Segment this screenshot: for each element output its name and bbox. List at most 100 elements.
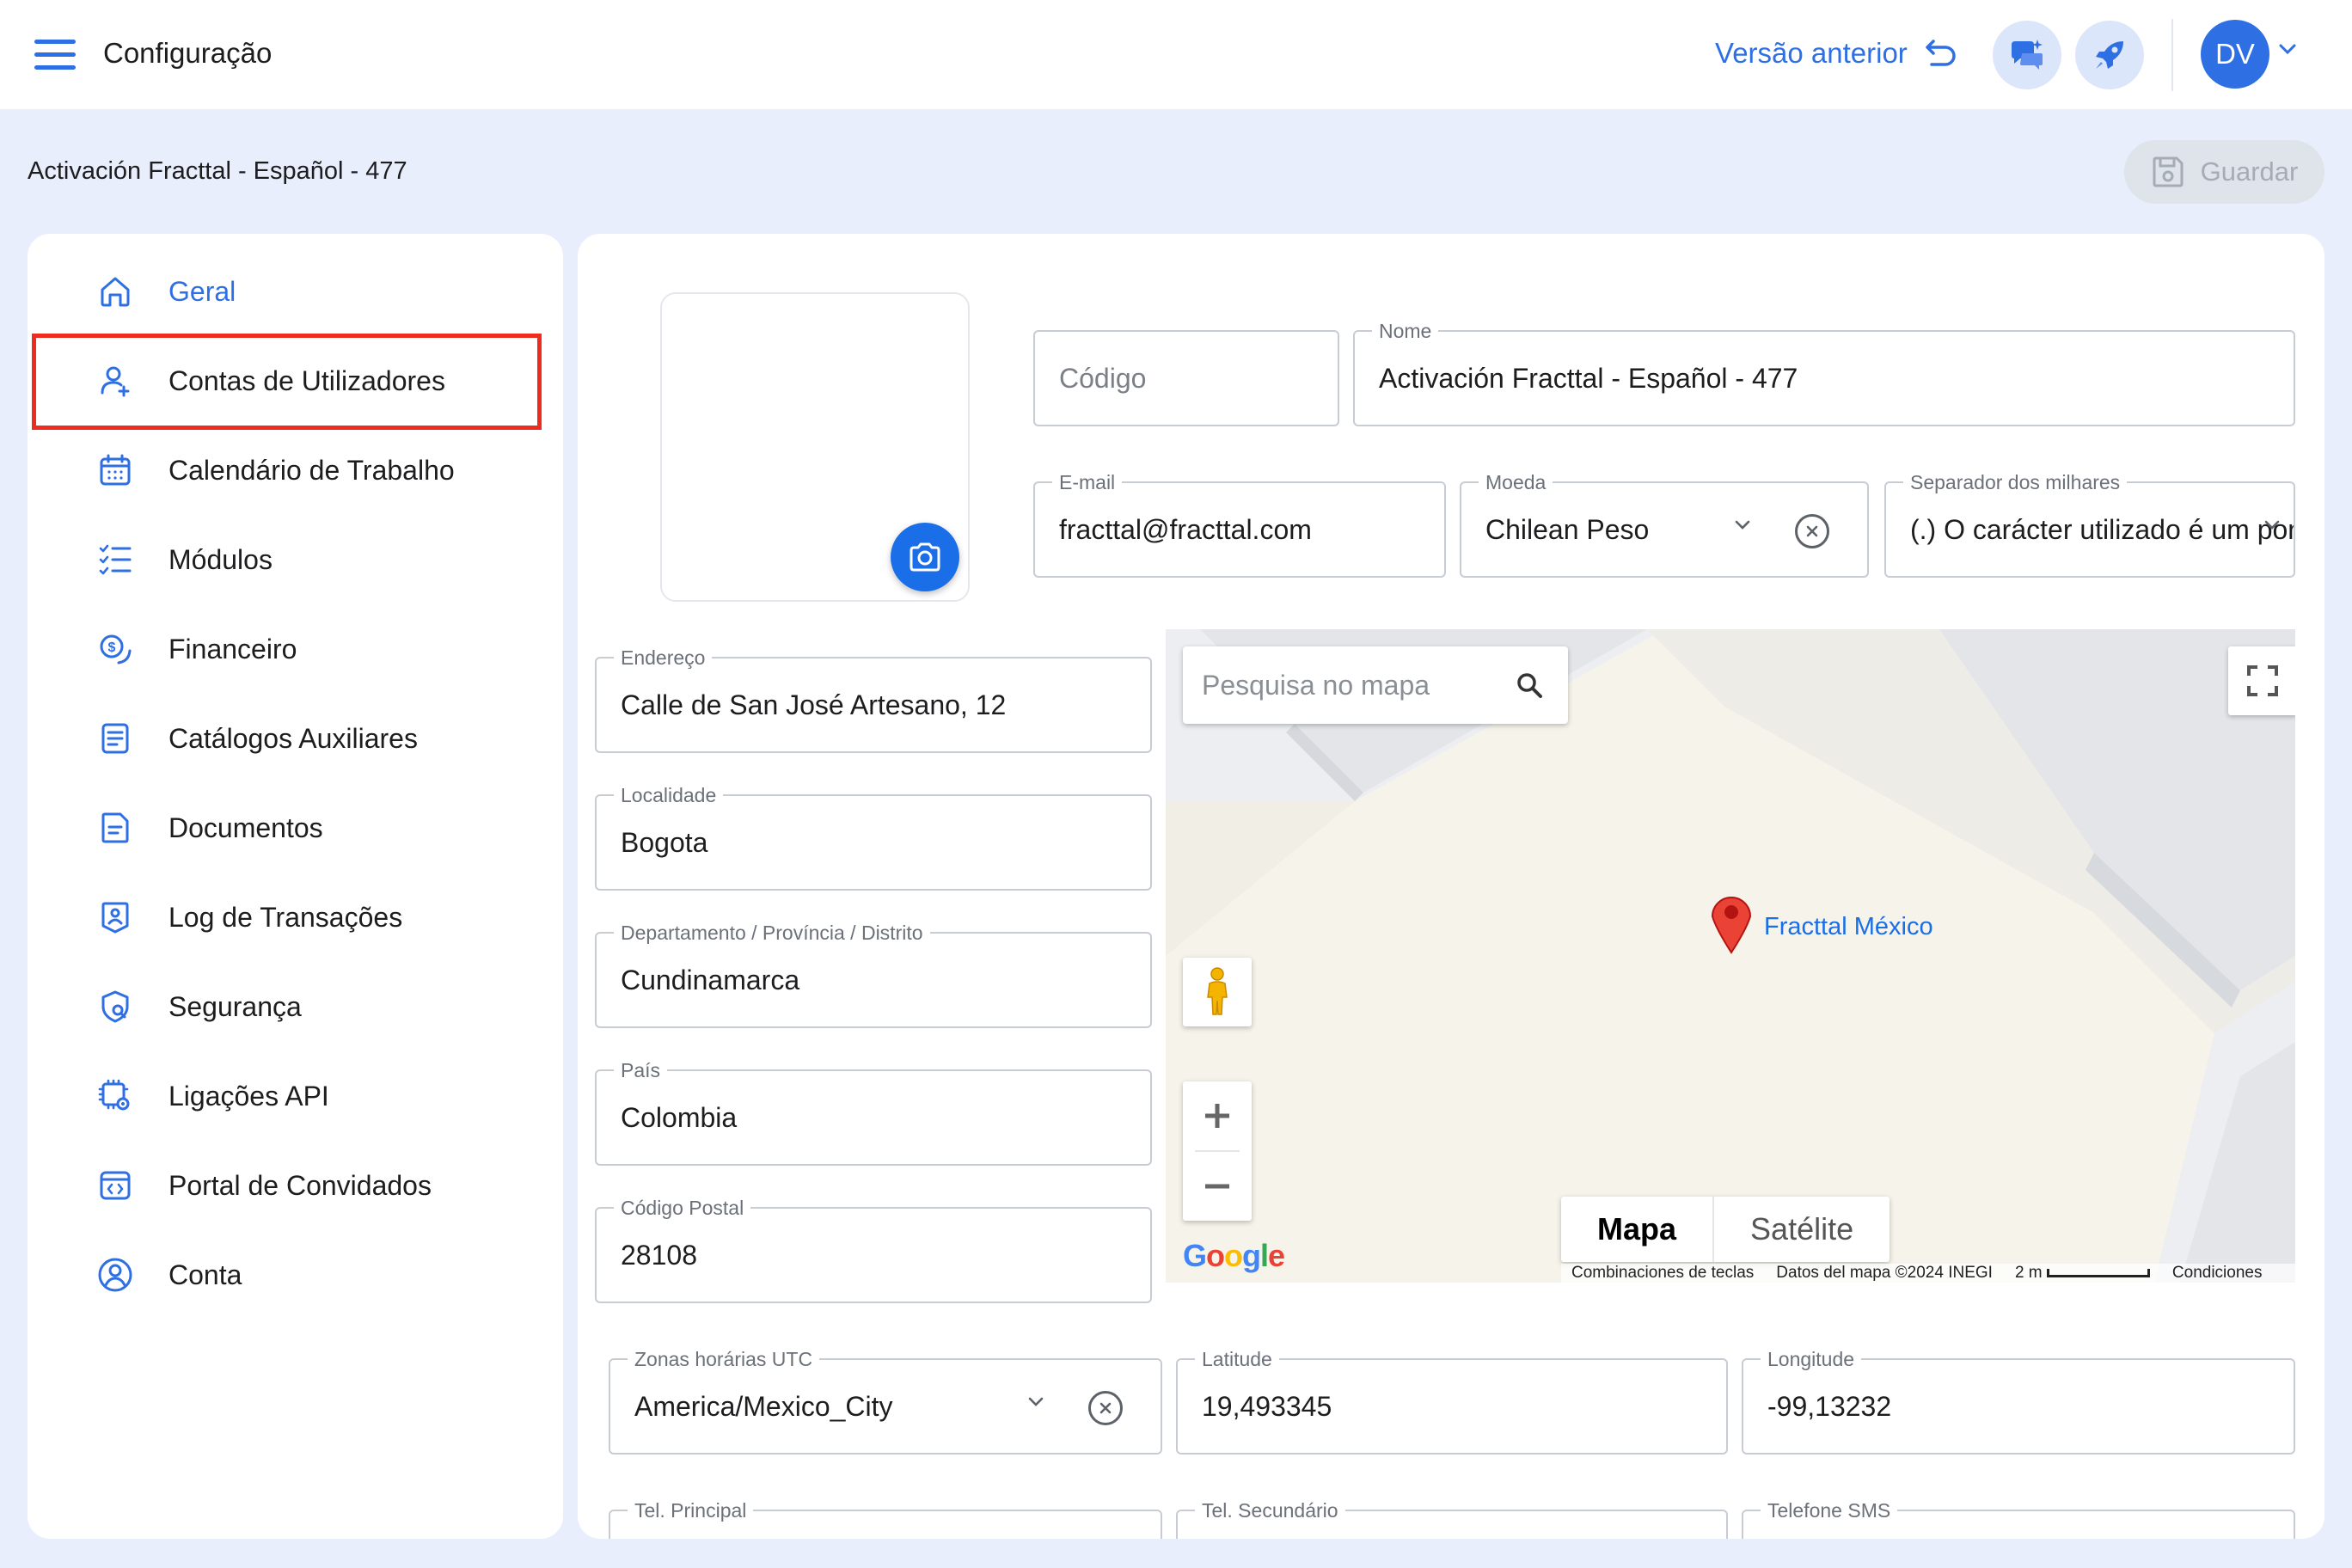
- zoom-out-button[interactable]: [1183, 1152, 1252, 1221]
- chat-sparkle-icon: [2012, 40, 2043, 70]
- header-divider: [2171, 19, 2173, 91]
- clear-zonas-button[interactable]: [1088, 1391, 1123, 1425]
- home-icon: [96, 273, 134, 310]
- camera-icon: [910, 542, 940, 572]
- chevron-down-icon[interactable]: [1733, 519, 1752, 531]
- map-marker-icon[interactable]: [1707, 889, 1755, 954]
- sidebar: Geral Contas de Utilizadores Calendário …: [28, 234, 563, 1539]
- latitude-field[interactable]: Latitude 19,493345: [1176, 1348, 1728, 1455]
- latitude-value: 19,493345: [1202, 1390, 1332, 1422]
- keyboard-shortcuts-link[interactable]: Combinaciones de teclas: [1571, 1264, 1754, 1283]
- email-field[interactable]: E-mail fracttal@fracttal.com: [1033, 471, 1446, 578]
- main-panel: Código Nome Activación Fracttal - Españo…: [578, 234, 2324, 1539]
- chevron-down-icon[interactable]: [2263, 519, 2282, 531]
- map-marker-label[interactable]: Fracttal México: [1764, 913, 1933, 941]
- previous-version-link[interactable]: Versão anterior: [1715, 34, 1957, 72]
- moeda-select[interactable]: Moeda Chilean Peso: [1460, 471, 1869, 578]
- sidebar-item-modulos[interactable]: Módulos: [69, 521, 550, 598]
- tel-principal-label: Tel. Principal: [628, 1499, 754, 1522]
- codigo-postal-field[interactable]: Código Postal 28108: [595, 1197, 1152, 1303]
- telefone-sms-field[interactable]: Telefone SMS: [1742, 1499, 2295, 1539]
- map-type-control: Mapa Satélite: [1561, 1197, 1890, 1262]
- tel-secundario-field[interactable]: Tel. Secundário: [1176, 1499, 1728, 1539]
- checklist-icon: [96, 541, 134, 579]
- map-scale[interactable]: 2 m: [2015, 1264, 2150, 1283]
- localidade-field[interactable]: Localidade Bogota: [595, 784, 1152, 891]
- chevron-down-icon[interactable]: [2278, 43, 2297, 55]
- svg-text:$: $: [108, 640, 116, 655]
- tel-principal-field[interactable]: Tel. Principal: [609, 1499, 1162, 1539]
- sidebar-item-ligacoes-api[interactable]: Ligações API: [69, 1057, 550, 1135]
- sidebar-item-seguranca[interactable]: Segurança: [69, 968, 550, 1045]
- separador-milhares-select[interactable]: Separador dos milhares (.) O carácter ut…: [1884, 471, 2295, 578]
- minus-icon: [1205, 1184, 1229, 1189]
- account-icon: [96, 1256, 134, 1294]
- sidebar-item-financeiro[interactable]: $ Financeiro: [69, 610, 550, 688]
- save-button[interactable]: Guardar: [2124, 140, 2324, 204]
- sidebar-item-calendario[interactable]: Calendário de Trabalho: [69, 432, 550, 509]
- sidebar-item-log-transacoes[interactable]: Log de Transações: [69, 879, 550, 956]
- previous-version-label: Versão anterior: [1715, 37, 1908, 69]
- google-logo: Google: [1183, 1238, 1285, 1273]
- app-title: Configuração: [103, 37, 273, 69]
- pais-value: Colombia: [621, 1101, 738, 1133]
- departamento-value: Cundinamarca: [621, 964, 800, 995]
- map-type-satellite-button[interactable]: Satélite: [1714, 1197, 1890, 1262]
- map-type-map-button[interactable]: Mapa: [1561, 1197, 1715, 1262]
- map-search-box[interactable]: Pesquisa no mapa: [1183, 646, 1568, 724]
- save-icon: [2153, 156, 2184, 187]
- plus-icon: [1205, 1104, 1229, 1128]
- nome-field[interactable]: Nome Activación Fracttal - Español - 477: [1353, 320, 2295, 426]
- undo-icon: [1926, 40, 1956, 66]
- street-view-pegman[interactable]: [1183, 958, 1252, 1026]
- map-tiles: [1166, 629, 2295, 1283]
- sidebar-item-label: Módulos: [168, 543, 273, 575]
- zoom-controls: [1183, 1081, 1252, 1221]
- quick-start-button[interactable]: [2075, 21, 2144, 89]
- map[interactable]: Pesquisa no mapa Fracttal México Google …: [1166, 629, 2295, 1283]
- pegman-icon: [1207, 967, 1228, 1015]
- top-bar: Configuração Versão anterior DV: [0, 0, 2352, 109]
- clear-moeda-button[interactable]: [1795, 514, 1829, 548]
- menu-icon[interactable]: [34, 40, 76, 70]
- catalog-icon: [96, 720, 134, 757]
- upload-photo-button[interactable]: [891, 523, 959, 591]
- sidebar-item-portal-convidados[interactable]: Portal de Convidados: [69, 1147, 550, 1224]
- api-icon: [96, 1077, 134, 1115]
- endereco-field[interactable]: Endereço Calle de San José Artesano, 12: [595, 646, 1152, 753]
- sidebar-item-conta[interactable]: Conta: [69, 1236, 550, 1314]
- sidebar-item-label: Geral: [168, 275, 236, 307]
- fullscreen-button[interactable]: [2228, 646, 2295, 715]
- codigo-placeholder: Código: [1059, 362, 1147, 394]
- rocket-icon: [2096, 41, 2123, 69]
- avatar[interactable]: DV: [2201, 20, 2269, 89]
- map-footer: Combinaciones de teclas Datos del mapa ©…: [1561, 1264, 2295, 1283]
- moeda-value: Chilean Peso: [1485, 513, 1650, 545]
- sidebar-item-label: Segurança: [168, 990, 302, 1022]
- map-terms-link[interactable]: Condiciones: [2172, 1264, 2263, 1283]
- close-icon: [1099, 1402, 1112, 1414]
- sidebar-item-label: Portal de Convidados: [168, 1169, 432, 1201]
- zonas-value: America/Mexico_City: [634, 1390, 893, 1422]
- zoom-in-button[interactable]: [1183, 1081, 1252, 1150]
- telefone-sms-label: Telefone SMS: [1761, 1499, 1898, 1522]
- longitude-field[interactable]: Longitude -99,13232: [1742, 1348, 2295, 1455]
- sidebar-item-catalogos[interactable]: Catálogos Auxiliares: [69, 700, 550, 777]
- sidebar-item-label: Ligações API: [168, 1080, 329, 1112]
- departamento-field[interactable]: Departamento / Província / Distrito Cund…: [595, 922, 1152, 1028]
- longitude-value: -99,13232: [1767, 1390, 1892, 1422]
- chevron-down-icon[interactable]: [1026, 1396, 1045, 1408]
- zonas-horarias-select[interactable]: Zonas horárias UTC America/Mexico_City: [609, 1348, 1162, 1455]
- sidebar-item-label: Documentos: [168, 812, 323, 843]
- security-icon: [96, 988, 134, 1026]
- chat-support-button[interactable]: [1993, 21, 2061, 89]
- pais-field[interactable]: País Colombia: [595, 1059, 1152, 1166]
- search-icon[interactable]: [1515, 671, 1544, 700]
- money-icon: $: [96, 630, 134, 668]
- sidebar-item-documentos[interactable]: Documentos: [69, 789, 550, 867]
- user-add-icon: [96, 362, 134, 400]
- map-data-credit: Datos del mapa ©2024 INEGI: [1776, 1264, 1993, 1282]
- codigo-field[interactable]: Código: [1033, 330, 1339, 426]
- sidebar-item-contas-utilizadores[interactable]: Contas de Utilizadores: [69, 342, 550, 420]
- sidebar-item-geral[interactable]: Geral: [69, 253, 550, 330]
